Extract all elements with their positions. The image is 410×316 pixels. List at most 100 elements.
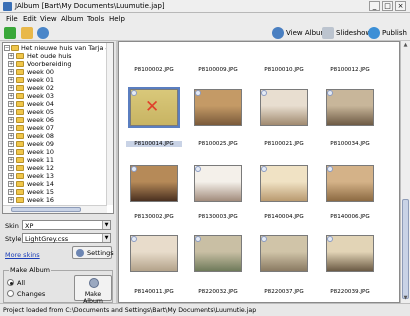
thumbnail-caption[interactable]: P8220037.JPG: [256, 289, 312, 295]
skin-select[interactable]: XP ▼: [22, 220, 111, 230]
grid-scroll-thumb[interactable]: [402, 199, 409, 299]
expand-icon[interactable]: +: [8, 133, 14, 139]
thumbnail-caption[interactable]: P8220039.JPG: [322, 289, 378, 295]
expand-icon[interactable]: +: [8, 157, 14, 163]
tree-item[interactable]: + week 04: [3, 100, 113, 108]
expand-icon[interactable]: +: [8, 165, 14, 171]
photo-thumbnail[interactable]: [194, 89, 242, 126]
tree-item[interactable]: + week 12: [3, 164, 113, 172]
expand-icon[interactable]: +: [8, 61, 14, 67]
thumbnail-caption[interactable]: P8100012.JPG: [322, 67, 378, 73]
scroll-down-icon[interactable]: ▼: [401, 294, 410, 303]
tree-item[interactable]: + Het oude huis: [3, 52, 113, 60]
grid-vertical-scrollbar[interactable]: ▲ ▼: [400, 41, 410, 303]
slideshow-button[interactable]: Slideshow: [322, 26, 371, 40]
thumbnail-caption[interactable]: P8130002.JPG: [126, 214, 182, 220]
photo-thumbnail[interactable]: [260, 235, 308, 272]
maximize-button[interactable]: □: [382, 1, 393, 11]
expand-icon[interactable]: +: [8, 77, 14, 83]
menu-view[interactable]: View: [40, 15, 57, 23]
thumbnail-caption[interactable]: P8100021.JPG: [256, 141, 312, 147]
chevron-down-icon[interactable]: ▼: [102, 221, 110, 229]
tree-scroll-thumb[interactable]: [11, 207, 81, 212]
tree-item[interactable]: + week 15: [3, 188, 113, 196]
tree-item[interactable]: + week 10: [3, 148, 113, 156]
thumbnail-caption[interactable]: P8100002.JPG: [126, 67, 182, 73]
menu-album[interactable]: Album: [61, 15, 83, 23]
tree-horizontal-scrollbar[interactable]: [3, 205, 107, 213]
close-button[interactable]: ×: [395, 1, 406, 11]
settings-button[interactable]: Settings: [72, 246, 114, 259]
open-folder-icon[interactable]: [21, 27, 33, 39]
tree-root[interactable]: − Het nieuwe huis van Tarja & Bart: [3, 44, 113, 52]
photo-thumbnail[interactable]: [130, 165, 178, 202]
tree-item[interactable]: + week 13: [3, 172, 113, 180]
photo-thumbnail[interactable]: [130, 235, 178, 272]
photo-thumbnail[interactable]: [326, 235, 374, 272]
tree-item[interactable]: + week 16: [3, 196, 113, 204]
expand-icon[interactable]: +: [8, 197, 14, 203]
chevron-down-icon[interactable]: ▼: [102, 234, 110, 242]
tree-item[interactable]: + week 07: [3, 124, 113, 132]
photo-thumbnail[interactable]: [260, 165, 308, 202]
scroll-up-icon[interactable]: ▲: [401, 41, 410, 50]
photo-thumbnail[interactable]: [260, 89, 308, 126]
thumbnail-caption[interactable]: P8100009.JPG: [190, 67, 246, 73]
thumbnail-caption[interactable]: P8100014.JPG: [126, 141, 182, 147]
radio-changes[interactable]: [7, 290, 14, 297]
expand-icon[interactable]: +: [8, 109, 14, 115]
collapse-icon[interactable]: −: [4, 45, 10, 51]
tree-item[interactable]: + week 06: [3, 116, 113, 124]
refresh-icon[interactable]: [37, 27, 49, 39]
expand-icon[interactable]: +: [8, 69, 14, 75]
more-skins-link[interactable]: More skins: [5, 251, 40, 259]
expand-icon[interactable]: +: [8, 181, 14, 187]
photo-thumbnail[interactable]: [326, 165, 374, 202]
tree-item[interactable]: + week 05: [3, 108, 113, 116]
photo-thumbnail[interactable]: [194, 165, 242, 202]
tree-item[interactable]: + week 09: [3, 140, 113, 148]
tree-vertical-scrollbar[interactable]: [106, 43, 113, 205]
expand-icon[interactable]: +: [8, 189, 14, 195]
thumbnail-caption[interactable]: P8140004.JPG: [256, 214, 312, 220]
thumbnail-caption[interactable]: P8100010.JPG: [256, 67, 312, 73]
photo-thumbnail[interactable]: [194, 235, 242, 272]
thumbnail-caption[interactable]: P8130003.JPG: [190, 214, 246, 220]
tree-item[interactable]: + week 03: [3, 92, 113, 100]
tree-item[interactable]: + week 08: [3, 132, 113, 140]
expand-icon[interactable]: +: [8, 125, 14, 131]
tree-item[interactable]: + week 02: [3, 84, 113, 92]
tree-item[interactable]: + week 01: [3, 76, 113, 84]
tree-item[interactable]: + Voorbereiding: [3, 60, 113, 68]
thumbnail-caption[interactable]: P8100025.JPG: [190, 141, 246, 147]
add-icon[interactable]: [4, 27, 16, 39]
tree-item[interactable]: + week 11: [3, 156, 113, 164]
style-select[interactable]: LightGrey.css ▼: [22, 233, 111, 243]
menu-help[interactable]: Help: [109, 15, 125, 23]
thumbnail-caption[interactable]: P8100034.JPG: [322, 141, 378, 147]
menu-edit[interactable]: Edit: [23, 15, 37, 23]
make-album-button[interactable]: Make Album: [74, 275, 112, 305]
radio-all[interactable]: [7, 279, 14, 286]
menu-tools[interactable]: Tools: [87, 15, 104, 23]
expand-icon[interactable]: +: [8, 149, 14, 155]
tree-item[interactable]: + week 14: [3, 180, 113, 188]
photo-thumbnail[interactable]: ✕: [128, 87, 180, 128]
expand-icon[interactable]: +: [8, 117, 14, 123]
menu-file[interactable]: File: [6, 15, 18, 23]
thumbnail-caption[interactable]: P8220032.JPG: [190, 289, 246, 295]
folder-tree[interactable]: − Het nieuwe huis van Tarja & Bart + Het …: [2, 42, 114, 214]
expand-icon[interactable]: +: [8, 141, 14, 147]
publish-button[interactable]: Publish: [368, 26, 408, 40]
expand-icon[interactable]: +: [8, 173, 14, 179]
thumbnail-caption[interactable]: P8140006.JPG: [322, 214, 378, 220]
tree-item[interactable]: + week 00: [3, 68, 113, 76]
expand-icon[interactable]: +: [8, 93, 14, 99]
expand-icon[interactable]: +: [8, 101, 14, 107]
expand-icon[interactable]: +: [8, 53, 14, 59]
thumbnail-caption[interactable]: P8140011.JPG: [126, 289, 182, 295]
minimize-button[interactable]: _: [369, 1, 380, 11]
view-album-button[interactable]: View Album: [272, 26, 327, 40]
photo-thumbnail[interactable]: [326, 89, 374, 126]
expand-icon[interactable]: +: [8, 85, 14, 91]
